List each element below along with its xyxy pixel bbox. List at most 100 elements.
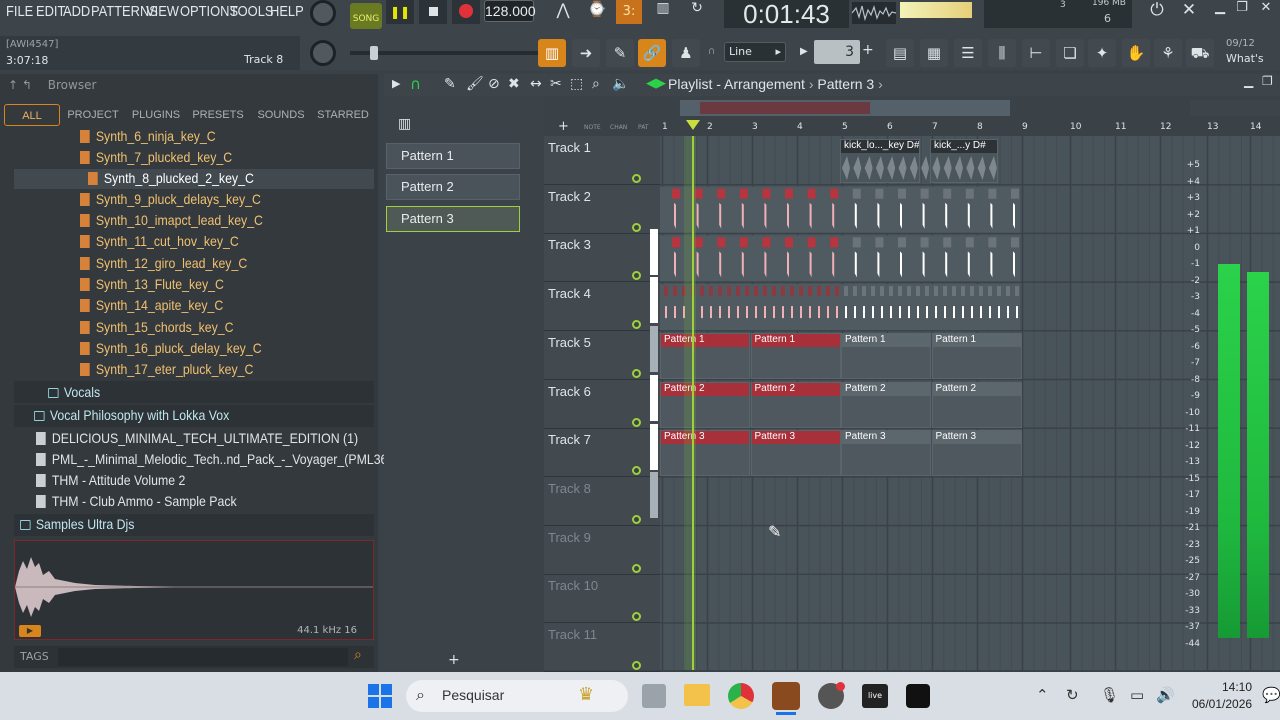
microphone-icon[interactable]: 🎙 [1100, 686, 1119, 704]
magnet-snap-icon[interactable]: ∩ [410, 75, 421, 93]
capcut-icon[interactable] [906, 684, 930, 708]
list-item[interactable]: Synth_17_eter_pluck_key_C [80, 361, 253, 377]
slider-handle[interactable] [370, 46, 378, 60]
arrows-icon[interactable]: ◀▶ [646, 76, 666, 91]
menu-help[interactable]: HELP [270, 0, 304, 24]
maximize-playlist-icon[interactable]: ❐ [1262, 74, 1273, 88]
notification-icon[interactable]: 💬 [1262, 686, 1280, 704]
step-left-icon[interactable]: ▶ [800, 42, 810, 62]
clock-time[interactable]: 14:10 [1222, 680, 1252, 694]
mute-icon[interactable]: ✖ [508, 76, 520, 92]
breadcrumb-pattern[interactable]: Pattern 3 [817, 76, 874, 92]
touch-icon[interactable]: ✋ [1122, 39, 1150, 67]
menu-file[interactable]: FILE [6, 0, 33, 24]
song-mode-button[interactable]: SONG [350, 3, 382, 29]
track-name[interactable]: Track 10 [548, 578, 598, 593]
tab-presets[interactable]: PRESETS [188, 104, 248, 126]
piano-roll-toggle-icon[interactable]: ▥ [398, 116, 411, 132]
pattern-clip[interactable]: Pattern 2 [750, 381, 841, 428]
tempo-display[interactable]: 128.000 [484, 0, 536, 22]
list-item[interactable]: Synth_13_Flute_key_C [80, 276, 224, 292]
pattern-item-2[interactable]: Pattern 2 [386, 174, 520, 200]
list-item[interactable]: THM - Club Ammo - Sample Pack [36, 493, 237, 509]
record-button[interactable] [452, 0, 480, 24]
list-item[interactable]: PML_-_Minimal_Melodic_Tech..nd_Pack_-_Vo… [36, 451, 398, 467]
news-title[interactable]: What's [1226, 52, 1264, 65]
playlist-icon[interactable]: ▤ [886, 39, 914, 67]
track-mute-led[interactable] [632, 174, 641, 183]
folder-vocals[interactable]: Vocals [48, 384, 100, 400]
list-item[interactable]: Synth_9_pluck_delays_key_C [80, 191, 261, 207]
arrow-back-icon[interactable]: ↰ [22, 78, 32, 92]
stamp-icon[interactable]: ♟ [672, 39, 700, 67]
speaker-icon[interactable]: 🔈 [612, 76, 629, 92]
add-pattern-icon[interactable]: + [448, 652, 460, 668]
paint-brush-icon[interactable]: 🖌 [466, 76, 484, 92]
track-name[interactable]: Track 6 [548, 384, 591, 399]
live-app-icon[interactable]: live [862, 684, 888, 708]
track-mute-led[interactable] [632, 661, 641, 670]
pattern-clip[interactable]: Pattern 1 [660, 332, 750, 379]
master-volume-knob[interactable] [310, 0, 336, 26]
overview-scrollbar[interactable] [680, 100, 1010, 116]
display-icon[interactable]: ▭ [1130, 686, 1144, 704]
file-explorer-icon[interactable] [684, 684, 710, 706]
tab-plugins[interactable]: PLUGINS [128, 104, 184, 126]
pattern-clip[interactable]: Pattern 2 [841, 381, 931, 428]
track-name[interactable]: Track 3 [548, 237, 591, 252]
arrow-right-icon[interactable]: ➜ [572, 39, 600, 67]
pattern-clip[interactable]: Pattern 1 [841, 332, 931, 379]
tab-sounds[interactable]: SOUNDS [252, 104, 310, 126]
pitch-knob[interactable] [310, 40, 336, 66]
piano-roll-icon[interactable]: ▦ [920, 39, 948, 67]
tray-chevron-icon[interactable]: ⌃ [1036, 686, 1049, 704]
list-item[interactable]: Synth_7_plucked_key_C [80, 149, 232, 165]
minimize-icon[interactable]: ▁ [1210, 0, 1230, 22]
zoom-icon[interactable]: ⌕ [592, 76, 600, 92]
pattern-clip[interactable]: Pattern 2 [660, 381, 750, 428]
overview-handle[interactable] [700, 102, 870, 114]
tab-all[interactable]: ALL [4, 104, 60, 126]
browser-tree-icon[interactable]: ⊢ [1022, 39, 1050, 67]
pattern-clip[interactable]: Pattern 3 [750, 430, 841, 477]
plugin-picker-icon[interactable]: ❏ [1056, 39, 1084, 67]
mixer-icon[interactable]: ⫼ [988, 39, 1016, 67]
pattern-clip[interactable]: Pattern 3 [660, 430, 750, 477]
play-arrow-icon[interactable]: ▶ [392, 77, 400, 90]
countdown-icon[interactable]: 3: [616, 0, 642, 24]
menu-view[interactable]: VIEW [146, 0, 179, 24]
list-item[interactable]: Synth_16_pluck_delay_key_C [80, 340, 262, 356]
folder-vocal-philosophy[interactable]: Vocal Philosophy with Lokka Vox [34, 407, 229, 423]
wizard-icon[interactable]: ⚘ [1154, 39, 1182, 67]
clock-date[interactable]: 06/01/2026 [1192, 697, 1252, 711]
step-plus-icon[interactable]: + [862, 42, 876, 62]
search-icon[interactable]: ⌕ [354, 647, 362, 663]
pattern-clip[interactable]: Pattern 3 [931, 430, 1022, 477]
loop-record-icon[interactable]: ↻ [682, 0, 712, 24]
list-item[interactable]: Synth_6_ninja_key_C [80, 128, 216, 144]
pattern-clip[interactable]: Pattern 3 [841, 430, 931, 477]
sync-icon[interactable]: ↻ [1066, 686, 1079, 704]
list-item[interactable]: Synth_14_apite_key_C [80, 297, 223, 313]
add-track-icon[interactable]: + [558, 119, 569, 134]
arrow-up-icon[interactable]: ↑ [8, 78, 18, 92]
tab-starred[interactable]: STARRED [314, 104, 372, 126]
step-value-display[interactable]: 3 [814, 40, 860, 64]
sample-preview[interactable]: ▶ 44.1 kHz 16 [14, 540, 374, 640]
volume-icon[interactable]: 🔊 [1156, 686, 1175, 704]
taskbar-search[interactable]: ⌕ Pesquisar ♛ [406, 680, 628, 712]
stop-button[interactable] [419, 0, 447, 24]
track-mute-led[interactable] [632, 514, 641, 524]
pattern-item-1[interactable]: Pattern 1 [386, 143, 520, 169]
track-mute-led[interactable] [632, 222, 641, 232]
track-name[interactable]: Track 4 [548, 286, 591, 301]
track-name[interactable]: Track 7 [548, 432, 591, 447]
maximize-icon[interactable]: ❐ [1232, 0, 1252, 22]
close-icon[interactable]: ✕ [1256, 0, 1276, 22]
list-item[interactable]: DELICIOUS_MINIMAL_TECH_ULTIMATE_EDITION … [36, 430, 358, 446]
tools-icon[interactable]: ✕ [1176, 0, 1202, 24]
track-name[interactable]: Track 5 [548, 335, 591, 350]
delete-icon[interactable]: ⊘ [488, 76, 500, 92]
task-view-icon[interactable] [642, 684, 666, 708]
track-name[interactable]: Track 8 [548, 481, 591, 496]
